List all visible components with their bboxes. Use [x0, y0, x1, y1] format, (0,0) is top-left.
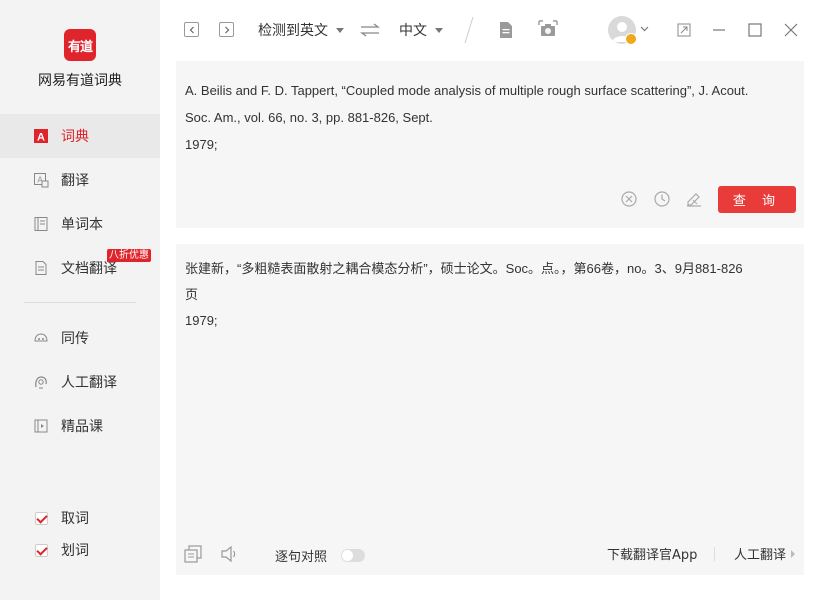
sidebar-item-label: 词典 [61, 129, 89, 145]
sidebar-item-wordbook[interactable]: 单词本 [0, 202, 160, 246]
caret-down-icon [336, 27, 344, 33]
history-icon[interactable] [653, 190, 671, 208]
translate-icon: A [33, 172, 49, 188]
download-app-link[interactable]: 下载翻译官App [607, 544, 697, 563]
expand-icon [677, 23, 691, 37]
check-label: 取词 [61, 511, 89, 527]
toolbar: 检测到英文 中文 [160, 0, 820, 60]
document-icon [500, 22, 512, 38]
sidebar-item-translate[interactable]: A 翻译 [0, 158, 160, 202]
sidebar-item-dictionary[interactable]: A 词典 [0, 114, 160, 158]
speaker-icon[interactable] [219, 544, 239, 564]
sidebar-divider [24, 302, 136, 303]
screenshot-icon [538, 20, 558, 36]
forward-button[interactable] [219, 22, 234, 37]
sidebar-item-label: 单词本 [61, 217, 103, 233]
handwriting-icon[interactable] [685, 190, 703, 208]
close-button[interactable] [783, 22, 799, 38]
course-icon [33, 418, 49, 434]
wordbook-icon [33, 216, 49, 232]
chevron-right-icon [791, 549, 796, 558]
minimize-icon [713, 29, 725, 31]
sidebar: 有道 网易有道词典 A 词典 A 翻译 单词本 文档翻译 八折优惠 同传 人工翻… [0, 0, 160, 600]
vip-badge-icon [625, 33, 637, 45]
sidebar-item-doc-translate[interactable]: 文档翻译 八折优惠 [0, 246, 160, 290]
translation-output: 张建新，“多粗糙表面散射之耦合模态分析”，硕士论文。Soc。点。，第66卷，no… [185, 261, 743, 328]
source-language-select[interactable]: 检测到英文 [258, 20, 344, 40]
toolbar-separator [464, 16, 474, 44]
human-translate-link[interactable]: 人工翻译 [734, 544, 797, 563]
compact-mode-button[interactable] [676, 22, 692, 38]
copy-icon[interactable] [183, 544, 203, 564]
sentence-align-toggle[interactable] [341, 549, 365, 562]
output-panel: 张建新，“多粗糙表面散射之耦合模态分析”，硕士论文。Soc。点。，第66卷，no… [176, 244, 804, 575]
account-menu-button[interactable] [638, 24, 650, 34]
swap-icon [360, 23, 380, 37]
check-label: 划词 [61, 543, 89, 559]
target-language-select[interactable]: 中文 [399, 20, 443, 40]
check-item-word-pick[interactable]: 取词 [35, 508, 89, 528]
app-name: 网易有道词典 [38, 73, 122, 89]
swap-language-button[interactable] [359, 21, 381, 39]
svg-text:A: A [37, 132, 45, 144]
checkbox[interactable] [35, 511, 48, 525]
sidebar-item-human-translate[interactable]: 人工翻译 [0, 360, 160, 404]
back-button[interactable] [184, 22, 199, 37]
sidebar-item-label: 精品课 [61, 419, 103, 435]
logo-text: 有道 [67, 39, 93, 55]
clear-icon[interactable] [620, 190, 638, 208]
sidebar-item-label: 同传 [61, 331, 89, 347]
sidebar-item-interpretation[interactable]: 同传 [0, 316, 160, 360]
source-language-label: 检测到英文 [258, 23, 328, 39]
chevron-down-icon [640, 26, 648, 32]
caret-down-icon [435, 27, 443, 33]
check-item-word-select[interactable]: 划词 [35, 540, 89, 560]
sidebar-item-label: 人工翻译 [61, 375, 117, 391]
human-translate-icon [33, 374, 49, 390]
query-button[interactable]: 查 询 [718, 186, 796, 213]
maximize-button[interactable] [747, 22, 763, 38]
discount-badge: 八折优惠 [107, 249, 151, 262]
minimize-button[interactable] [711, 22, 727, 38]
checkbox[interactable] [35, 543, 48, 557]
input-panel: A. Beilis and F. D. Tappert, “Coupled mo… [176, 61, 804, 228]
app-logo: 有道 [64, 29, 96, 61]
human-translate-label: 人工翻译 [734, 548, 787, 563]
dictionary-icon: A [33, 128, 49, 144]
maximize-icon [748, 23, 762, 37]
sentence-align-label: 逐句对照 [275, 550, 328, 565]
bottom-divider [714, 547, 715, 561]
sidebar-item-label: 翻译 [61, 173, 89, 189]
document-translate-button[interactable] [497, 20, 515, 40]
document-icon [33, 260, 49, 276]
target-language-label: 中文 [399, 23, 427, 39]
screenshot-translate-button[interactable] [537, 19, 559, 39]
interpretation-icon [33, 330, 49, 346]
source-text-input[interactable]: A. Beilis and F. D. Tappert, “Coupled mo… [185, 77, 797, 158]
close-icon [784, 23, 798, 37]
sidebar-item-course[interactable]: 精品课 [0, 404, 160, 448]
chevron-left-icon [189, 26, 194, 33]
chevron-right-icon [224, 26, 229, 33]
